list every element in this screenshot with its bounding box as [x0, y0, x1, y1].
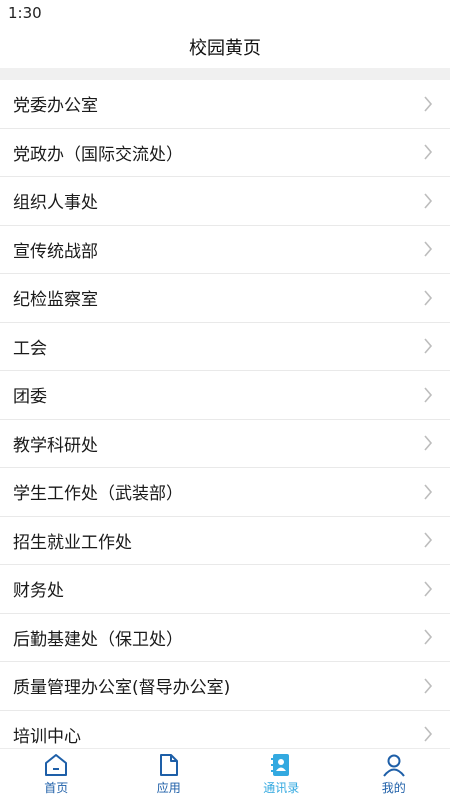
- home-icon: [42, 752, 70, 778]
- tab-contacts-label: 通讯录: [263, 781, 300, 795]
- list-item[interactable]: 纪检监察室: [0, 274, 450, 323]
- list-item[interactable]: 党委办公室: [0, 80, 450, 129]
- list-item-label: 教学科研处: [13, 435, 98, 456]
- list-item[interactable]: 后勤基建处（保卫处）: [0, 613, 450, 662]
- tab-apps-label: 应用: [156, 781, 181, 795]
- chevron-right-icon: [420, 726, 436, 742]
- list-item[interactable]: 招生就业工作处: [0, 516, 450, 565]
- list-item[interactable]: 教学科研处: [0, 419, 450, 468]
- status-bar: 1:30: [0, 0, 450, 26]
- chevron-right-icon: [420, 484, 436, 500]
- list-item-label: 组织人事处: [13, 193, 98, 214]
- list-item-label: 党政办（国际交流处）: [13, 144, 183, 165]
- list-item-label: 宣传统战部: [13, 241, 98, 262]
- chevron-right-icon: [420, 144, 436, 160]
- list-item-label: 学生工作处（武装部）: [13, 484, 183, 505]
- status-time: 1:30: [8, 4, 42, 22]
- list-item[interactable]: 宣传统战部: [0, 225, 450, 274]
- tab-contacts[interactable]: 通讯录: [225, 749, 338, 800]
- chevron-right-icon: [420, 581, 436, 597]
- chevron-right-icon: [420, 193, 436, 209]
- chevron-right-icon: [420, 629, 436, 645]
- page-title: 校园黄页: [189, 38, 261, 59]
- tab-profile-label: 我的: [381, 781, 406, 795]
- bottom-tab-bar: 首页 应用 通讯录 我的: [0, 748, 450, 800]
- header-divider-band: [0, 68, 450, 80]
- tab-home-label: 首页: [44, 781, 69, 795]
- tab-home[interactable]: 首页: [0, 749, 113, 800]
- chevron-right-icon: [420, 290, 436, 306]
- list-item[interactable]: 党政办（国际交流处）: [0, 128, 450, 177]
- list-item-label: 工会: [13, 338, 47, 359]
- list-item[interactable]: 财务处: [0, 565, 450, 614]
- list-item-label: 团委: [13, 387, 47, 408]
- list-item[interactable]: 工会: [0, 322, 450, 371]
- list-item[interactable]: 培训中心: [0, 710, 450, 748]
- title-bar: 校园黄页: [0, 26, 450, 68]
- list-item-label: 纪检监察室: [13, 290, 98, 311]
- list-item-label: 培训中心: [13, 726, 81, 747]
- list-item-label: 后勤基建处（保卫处）: [13, 629, 183, 650]
- document-icon: [155, 752, 183, 778]
- chevron-right-icon: [420, 241, 436, 257]
- list-item-label: 财务处: [13, 581, 64, 602]
- list-item[interactable]: 质量管理办公室(督导办公室): [0, 662, 450, 711]
- list-item-label: 党委办公室: [13, 96, 98, 117]
- list-item[interactable]: 学生工作处（武装部）: [0, 468, 450, 517]
- contacts-icon: [267, 752, 295, 778]
- chevron-right-icon: [420, 338, 436, 354]
- user-icon: [380, 752, 408, 778]
- chevron-right-icon: [420, 387, 436, 403]
- tab-apps[interactable]: 应用: [113, 749, 226, 800]
- chevron-right-icon: [420, 678, 436, 694]
- list-item-label: 招生就业工作处: [13, 532, 132, 553]
- chevron-right-icon: [420, 532, 436, 548]
- chevron-right-icon: [420, 435, 436, 451]
- chevron-right-icon: [420, 96, 436, 112]
- list-item[interactable]: 组织人事处: [0, 177, 450, 226]
- list-item-label: 质量管理办公室(督导办公室): [13, 678, 231, 699]
- department-list[interactable]: 党委办公室 党政办（国际交流处） 组织人事处 宣传统战部 纪检监察室 工会 团委…: [0, 80, 450, 748]
- tab-profile[interactable]: 我的: [338, 749, 450, 800]
- list-item[interactable]: 团委: [0, 371, 450, 420]
